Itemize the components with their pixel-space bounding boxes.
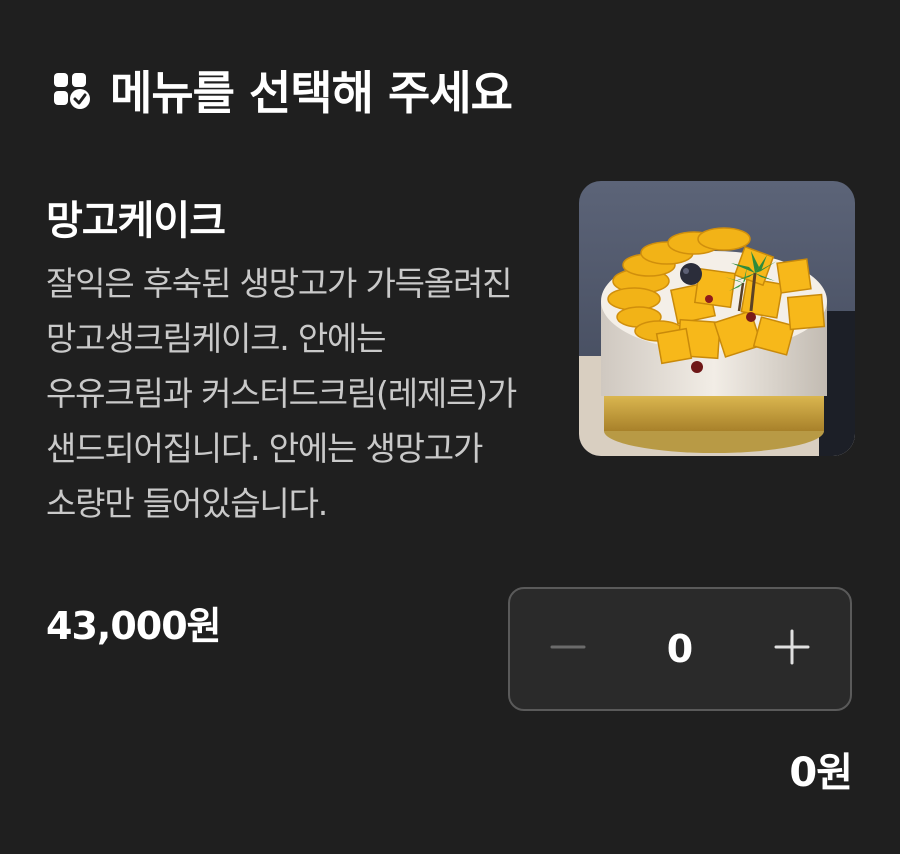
quantity-value: 0 bbox=[666, 627, 694, 671]
item-name: 망고케이크 bbox=[46, 198, 226, 244]
item-description: 잘익은 후숙된 생망고가 가득올려진 망고생크림케이크. 안에는 우유크림과 커… bbox=[46, 264, 517, 523]
menu-item-card: 망고케이크 잘익은 후숙된 생망고가 가득올려진 망고생크림케이크. 안에는 우… bbox=[0, 0, 900, 854]
mango-cake-photo bbox=[579, 181, 855, 456]
plus-icon bbox=[774, 629, 810, 669]
decrease-button[interactable] bbox=[510, 589, 626, 709]
increase-button[interactable] bbox=[734, 589, 850, 709]
quantity-stepper: 0 bbox=[508, 587, 852, 711]
minus-icon bbox=[550, 629, 586, 669]
item-price: 43,000원 bbox=[46, 604, 222, 648]
total-price: 0원 bbox=[789, 750, 853, 796]
